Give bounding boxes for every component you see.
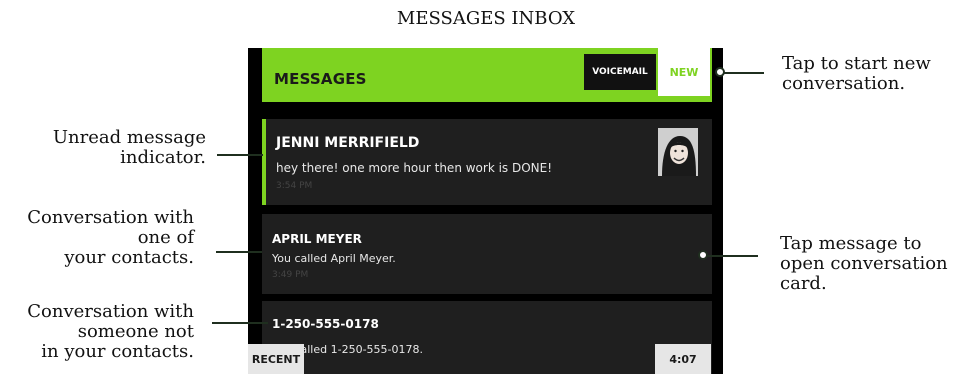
voicemail-button[interactable]: VOICEMAIL [584,54,656,90]
callout-line-non-contact [212,322,268,324]
callout-line-unread [217,154,263,156]
message-card-jenni[interactable]: JENNI MERRIFIELD hey there! one more hou… [262,119,712,205]
callout-non-contact-conversation: Conversation with someone not in your co… [27,301,194,362]
callout-line-new [720,72,764,74]
phone-screen: MESSAGES VOICEMAIL NEW JENNI MERRIFIELD … [248,48,723,374]
header-title: MESSAGES [274,70,367,88]
callout-line-contact [216,251,262,253]
contact-avatar [658,128,698,176]
callout-new-conversation: Tap to start new conversation. [782,53,931,94]
callout-line-open [706,255,758,257]
recent-button[interactable]: RECENT [248,344,304,374]
callout-open-card: Tap message to open conversation card. [780,233,948,294]
message-preview: You called April Meyer. [272,252,396,265]
contact-name: JENNI MERRIFIELD [276,135,420,151]
contact-name: APRIL MEYER [272,232,362,246]
new-conversation-button[interactable]: NEW [658,48,710,96]
callout-dot-open [698,250,708,260]
callout-contact-conversation: Conversation with one of your contacts. [27,207,194,268]
message-preview: hey there! one more hour then work is DO… [276,161,553,175]
messages-header: MESSAGES VOICEMAIL NEW [262,48,712,102]
contact-photo-icon [658,128,698,176]
callout-unread-indicator: Unread message indicator. [52,127,206,168]
message-card-number[interactable]: 1-250-555-0178 You called 1-250-555-0178… [262,301,712,374]
callout-dot-new [715,67,725,77]
message-time: 3:49 PM [272,270,309,280]
diagram-title: MESSAGES INBOX [396,8,576,29]
contact-name: 1-250-555-0178 [272,317,379,331]
message-time: 3:54 PM [276,181,313,191]
clock: 4:07 [655,344,711,374]
message-card-april[interactable]: APRIL MEYER You called April Meyer. 3:49… [262,214,712,294]
